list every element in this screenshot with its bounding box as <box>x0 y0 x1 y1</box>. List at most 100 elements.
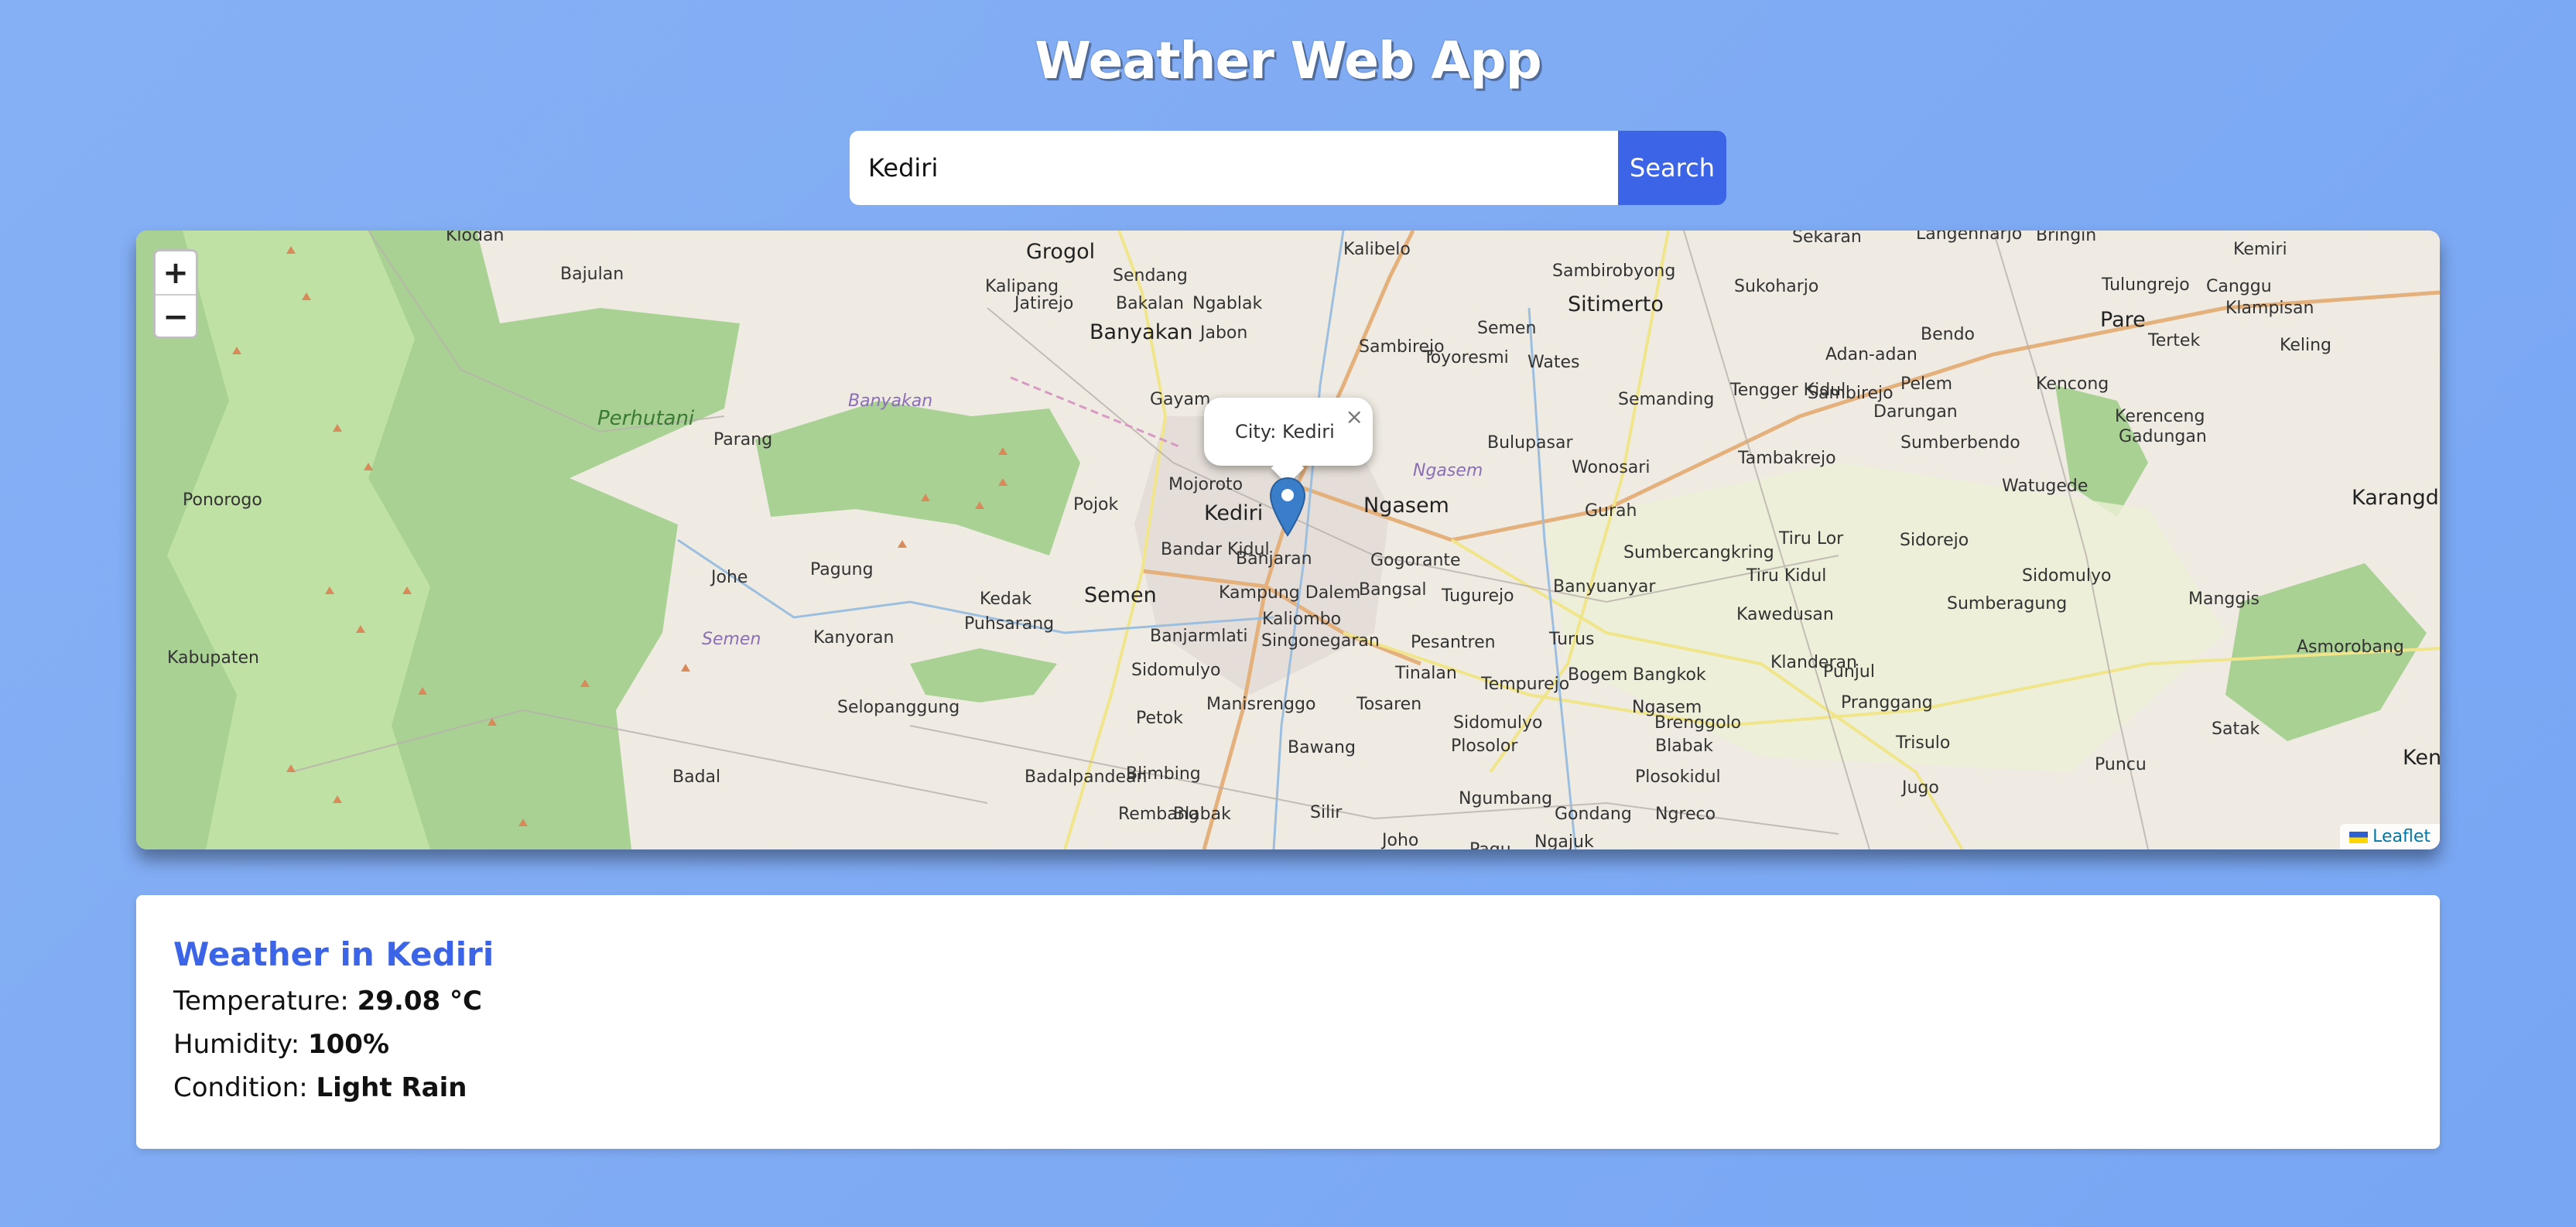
map-place-label: Pranggang <box>1841 693 1933 713</box>
map-place-label: Klodan <box>446 231 505 245</box>
map-place-label: Kabupaten <box>167 648 259 668</box>
app-title: Weather Web App <box>1035 31 1542 91</box>
map-place-label: Blabak <box>1655 737 1713 756</box>
map-place-label: Plosolor <box>1451 737 1518 756</box>
map-place-label: Ngablak <box>1192 294 1263 313</box>
search-input[interactable] <box>850 131 1618 205</box>
map-place-label: Bajulan <box>560 265 624 284</box>
map-place-label: Jatirejo <box>1014 294 1074 313</box>
attribution-link[interactable]: Leaflet <box>2372 827 2431 846</box>
condition-label: Condition: <box>173 1072 308 1103</box>
map-place-label: Tulungrejo <box>2102 275 2190 295</box>
map-place-label: Silir <box>1310 803 1343 822</box>
map-marker-icon[interactable] <box>1268 477 1307 537</box>
map-place-label: Kerenceng <box>2115 407 2205 426</box>
map-place-label: Mojoroto <box>1168 475 1244 494</box>
map-place-label: Sumbercangkring <box>1623 543 1774 562</box>
ukraine-flag-icon <box>2349 831 2369 843</box>
map-place-label: Kanyoran <box>813 628 895 648</box>
map-place-label: Jabon <box>1200 323 1248 343</box>
map-place-label: Banyakan <box>848 391 933 411</box>
map-place-label: Parang <box>713 430 773 449</box>
map-place-label: Pelem <box>1900 374 1953 394</box>
map-place-label: Jugo <box>1902 778 1939 798</box>
zoom-in-button[interactable]: + <box>156 251 196 294</box>
map-attribution[interactable]: Leaflet <box>2340 824 2440 849</box>
map-place-label: Tempurejo <box>1481 675 1570 694</box>
close-icon[interactable]: × <box>1346 404 1363 429</box>
map-place-label: Pojok <box>1073 495 1119 514</box>
temperature-label: Temperature: <box>173 986 349 1017</box>
condition-row: Condition: Light Rain <box>173 1066 2403 1109</box>
map-place-label: Wates <box>1527 353 1580 372</box>
map-place-label: Gadungan <box>2119 427 2207 446</box>
temperature-value: 29.08 °C <box>357 986 482 1017</box>
map-place-label: Selopanggung <box>837 698 960 717</box>
map-place-label: Tiru Kidul <box>1746 566 1827 586</box>
map-place-label: Sidomulyo <box>2022 566 2112 586</box>
map-place-label: Blimbing <box>1126 764 1201 784</box>
map-place-label: Semen <box>1477 319 1537 338</box>
map-place-label: Tambakrejo <box>1738 449 1836 468</box>
map-place-label: Sidomulyo <box>1453 713 1543 733</box>
map-place-label: Sukoharjo <box>1734 277 1819 296</box>
map-place-label: Singonegaran <box>1261 631 1380 651</box>
map-place-label: Tugurejo <box>1442 586 1514 606</box>
humidity-row: Humidity: 100% <box>173 1023 2403 1066</box>
condition-value: Light Rain <box>316 1072 467 1103</box>
map-place-label: Klampisan <box>2225 299 2314 318</box>
map-place-label: Kaliombo <box>1262 610 1342 629</box>
map-place-label: Banyuanyar <box>1553 577 1656 596</box>
map-place-label: Sumberagung <box>1947 594 2068 614</box>
map-place-label: Watugede <box>2002 477 2089 496</box>
map-place-label: Kampung Dalem <box>1219 583 1361 603</box>
map-place-label: Tosaren <box>1356 695 1422 714</box>
map-place-label: Pagung <box>810 560 874 579</box>
map-place-label: Sumberbendo <box>1900 433 2020 453</box>
map-place-label: Blabak <box>1173 805 1231 824</box>
map-place-label: Ngreco <box>1655 805 1716 824</box>
map-place-label: Sekaran <box>1792 231 1862 247</box>
map-place-label: Manggis <box>2188 590 2260 609</box>
map-place-label: Sidomulyo <box>1131 661 1221 680</box>
map-place-label: Joho <box>1382 831 1419 849</box>
map-place-label: Kedak <box>980 590 1032 609</box>
map-place-label: Tertek <box>2148 331 2201 350</box>
map-place-label: Semanding <box>1618 390 1715 409</box>
map-place-label: Langenharjo <box>1916 231 2023 244</box>
map-place-label: Brenggolo <box>1654 713 1742 733</box>
map-place-label: Pesantren <box>1411 633 1496 652</box>
map-place-label: Punjul <box>1823 662 1875 682</box>
map-popup: City: Kediri × <box>1204 398 1373 485</box>
map-place-label: Gogorante <box>1370 551 1461 570</box>
map-place-label: Puncu <box>2095 755 2147 774</box>
map-place-label: Ponorogo <box>183 490 262 510</box>
map-place-label: Wonosari <box>1572 458 1651 477</box>
map-place-label: Semen <box>702 630 761 649</box>
map-place-label: Ngasem <box>1413 461 1483 480</box>
map[interactable]: Klodan Bajulan Grogol Sendang Kalipang Jatire… <box>136 231 2440 849</box>
zoom-out-button[interactable]: − <box>156 294 196 337</box>
map-place-label: Sendang <box>1113 266 1188 285</box>
map-place-label: Kemiri <box>2233 240 2287 259</box>
search-button[interactable]: Search <box>1618 131 1726 205</box>
map-place-label: Pagu <box>1469 840 1511 849</box>
map-place-label: Tiru Lor <box>1779 529 1844 549</box>
map-place-label: Plosokidul <box>1635 767 1721 787</box>
map-place-label: Sambirobyong <box>1552 261 1676 281</box>
map-place-label: Kediri <box>1204 501 1264 525</box>
weather-heading: Weather in Kediri <box>173 935 494 973</box>
map-place-label: Tinalan <box>1395 664 1457 683</box>
map-place-label: Ngasem <box>1363 494 1449 518</box>
humidity-label: Humidity: <box>173 1029 300 1060</box>
map-place-label: Johe <box>711 568 748 587</box>
map-place-label: Karangdinoyo <box>2352 486 2440 510</box>
weather-card: Weather in Kediri Temperature: 29.08 °C … <box>136 895 2440 1149</box>
map-place-label: Keling <box>2280 336 2331 355</box>
map-place-label: Semen <box>1084 583 1157 607</box>
map-place-label: Darungan <box>1873 402 1958 422</box>
map-place-label: Bangsal <box>1359 580 1427 600</box>
map-place-label: Bendo <box>1921 325 1975 344</box>
map-place-label: Sidorejo <box>1900 531 1969 550</box>
map-place-label: Sambirejo <box>1808 384 1894 403</box>
